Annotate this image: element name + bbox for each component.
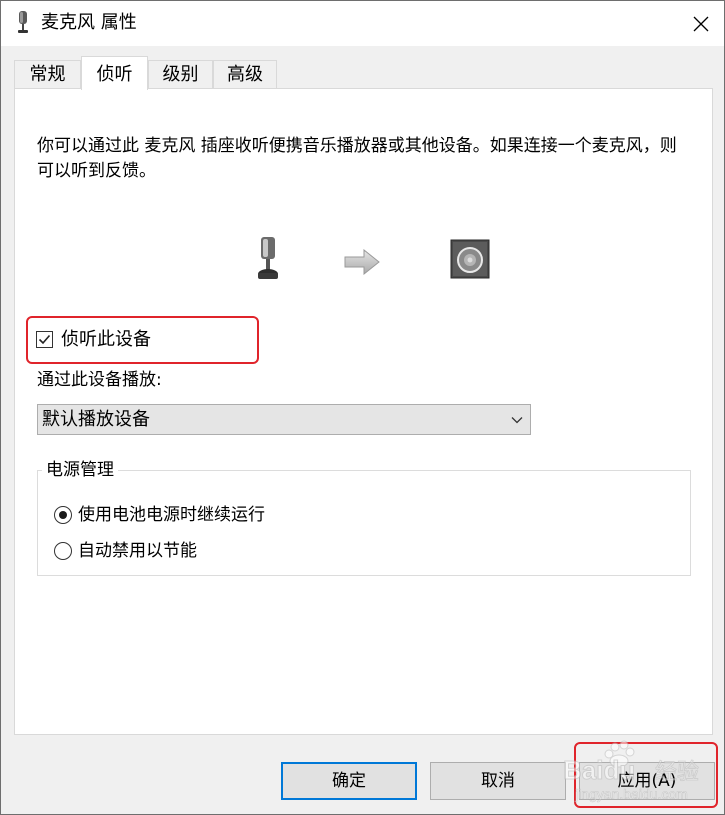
listen-tab-panel: 你可以通过此 麦克风 插座收听便携音乐播放器或其他设备。如果连接一个麦克风，则可… — [14, 88, 713, 735]
radio-continue-on-battery[interactable] — [54, 506, 72, 524]
radio-selected-dot — [59, 511, 67, 519]
ok-button[interactable]: 确定 — [281, 762, 417, 800]
listen-device-checkbox[interactable] — [36, 331, 53, 348]
close-button[interactable] — [678, 1, 724, 46]
radio-auto-disable[interactable] — [54, 542, 72, 560]
tab-levels[interactable]: 级别 — [148, 60, 213, 88]
listen-description: 你可以通过此 麦克风 插座收听便携音乐播放器或其他设备。如果连接一个麦克风，则可… — [37, 136, 677, 181]
power-management-title: 电源管理 — [42, 458, 118, 482]
arrow-right-icon — [344, 249, 380, 275]
cancel-button[interactable]: 取消 — [430, 762, 566, 800]
checkmark-icon — [38, 334, 51, 345]
title-bar: 麦克风 属性 — [1, 1, 724, 46]
close-icon — [693, 16, 709, 31]
listen-device-label[interactable]: 侦听此设备 — [61, 328, 151, 352]
radio-continue-on-battery-label[interactable]: 使用电池电源时继续运行 — [78, 503, 265, 527]
playback-device-select[interactable]: 默认播放设备 — [37, 404, 531, 435]
chevron-down-icon — [511, 417, 523, 424]
microphone-icon — [258, 237, 278, 279]
tab-advanced[interactable]: 高级 — [213, 60, 277, 88]
apply-button[interactable]: 应用(A) — [579, 762, 715, 800]
window-title: 麦克风 属性 — [41, 12, 137, 33]
tab-listen[interactable]: 侦听 — [81, 56, 148, 90]
microphone-properties-window: 麦克风 属性 常规 侦听 级别 高级 你可以通过此 麦克风 插座收听便携音乐播放… — [0, 0, 725, 815]
microphone-icon — [18, 11, 28, 33]
speaker-icon — [450, 239, 490, 279]
tab-general[interactable]: 常规 — [14, 60, 81, 88]
playback-device-value: 默认播放设备 — [42, 409, 150, 430]
radio-auto-disable-label[interactable]: 自动禁用以节能 — [78, 539, 197, 563]
playback-device-label: 通过此设备播放: — [37, 370, 162, 390]
